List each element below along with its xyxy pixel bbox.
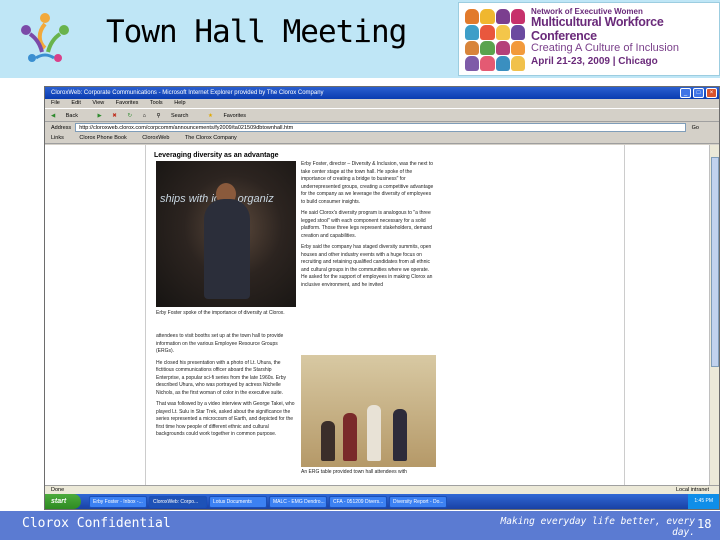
back-button[interactable]: ◀ Back bbox=[51, 113, 87, 119]
status-text: Done bbox=[51, 487, 65, 493]
favorites-label: Favorites bbox=[223, 113, 247, 119]
slide-footer: Clorox Confidential Making everyday life… bbox=[0, 511, 720, 540]
conference-name: Multicultural Workforce Conference bbox=[531, 15, 664, 43]
page-number: 18 bbox=[697, 517, 712, 531]
taskbar-item[interactable]: CFA - 051209 Divers... bbox=[329, 495, 387, 508]
scrollbar-thumb[interactable] bbox=[711, 157, 719, 367]
window-title: CloroxWeb: Corporate Communications - Mi… bbox=[51, 90, 324, 96]
logo-tile bbox=[480, 24, 495, 40]
browser-window: CloroxWeb: Corporate Communications - Mi… bbox=[44, 86, 720, 510]
conference-tagline: Creating A Culture of Inclusion bbox=[531, 41, 679, 54]
attendee-figure bbox=[393, 409, 407, 461]
erg-table-photo bbox=[301, 355, 436, 467]
windows-taskbar: start Erby Foster - Inbox -... CloroxWeb… bbox=[45, 494, 719, 509]
speaker-photo: ships with ional organiz bbox=[156, 161, 296, 307]
article-paragraph: Erby said the company has staged diversi… bbox=[301, 244, 433, 288]
taskbar-item[interactable]: Erby Foster - Inbox -... bbox=[89, 495, 147, 508]
article-paragraph: attendees to visit booths set up at the … bbox=[156, 333, 284, 354]
diversity-logo-icon bbox=[21, 13, 69, 62]
logo-tile bbox=[465, 56, 480, 71]
browser-toolbar: ◀ Back ▶ ✖ ↻ ⌂ ⚲ Search ★ Favorites bbox=[45, 108, 719, 122]
go-button[interactable]: Go bbox=[692, 125, 699, 131]
menu-tools[interactable]: Tools bbox=[150, 100, 163, 106]
logo-tile bbox=[480, 9, 495, 24]
taskbar-item[interactable]: MALC - EMG Dendro... bbox=[269, 495, 327, 508]
links-bar: Links Clorox Phone Book CloroxWeb The Cl… bbox=[45, 133, 719, 144]
maximize-icon[interactable]: □ bbox=[693, 88, 704, 98]
favorites-button[interactable]: ★ Favorites bbox=[208, 113, 255, 119]
back-label: Back bbox=[65, 113, 78, 119]
system-clock: 1:45 PM bbox=[688, 494, 719, 509]
link-cloroxweb[interactable]: CloroxWeb bbox=[142, 135, 169, 141]
star-icon: ★ bbox=[207, 113, 213, 119]
search-label: Search bbox=[171, 113, 189, 119]
article-paragraph: He said Clorox's diversity program is an… bbox=[301, 210, 433, 239]
menu-view[interactable]: View bbox=[92, 100, 104, 106]
search-button[interactable]: ⚲ Search bbox=[156, 113, 197, 119]
address-label: Address bbox=[51, 124, 72, 131]
links-label: Links bbox=[51, 135, 64, 141]
link-phone-book[interactable]: Clorox Phone Book bbox=[79, 135, 126, 141]
slide-header: Town Hall Meeting Network of Executive W… bbox=[0, 0, 720, 78]
menu-bar: File Edit View Favorites Tools Help bbox=[45, 99, 719, 108]
article-paragraph: He closed his presentation with a photo … bbox=[156, 359, 287, 396]
logo-tile bbox=[465, 40, 480, 56]
conference-logo-tiles bbox=[465, 9, 525, 71]
address-bar: Address http://cloroxweb.clorox.com/corp… bbox=[45, 122, 719, 133]
forward-arrow-icon[interactable]: ▶ bbox=[98, 113, 102, 119]
page-viewport: Leveraging diversity as an advantage shi… bbox=[45, 145, 719, 485]
close-icon[interactable]: × bbox=[706, 88, 717, 98]
logo-tile bbox=[510, 40, 525, 56]
logo-tile bbox=[510, 56, 525, 71]
speaker-figure bbox=[204, 199, 250, 299]
article-paragraph: That was followed by a video interview w… bbox=[156, 401, 295, 437]
vertical-scrollbar[interactable] bbox=[709, 145, 719, 485]
attendee-figure bbox=[343, 413, 357, 461]
back-arrow-icon: ◀ bbox=[51, 113, 56, 119]
confidential-label: Clorox Confidential bbox=[22, 516, 171, 531]
tagline: Making everyday life better, every day. bbox=[500, 516, 695, 539]
menu-file[interactable]: File bbox=[51, 100, 60, 106]
article-page: Leveraging diversity as an advantage shi… bbox=[145, 145, 625, 485]
conference-banner: Network of Executive Women Multicultural… bbox=[458, 2, 720, 76]
article-left-column: attendees to visit booths set up at the … bbox=[156, 333, 296, 443]
logo-tile bbox=[510, 9, 525, 24]
link-clorox-company[interactable]: The Clorox Company bbox=[185, 135, 237, 141]
refresh-icon[interactable]: ↻ bbox=[127, 113, 132, 119]
stop-icon[interactable]: ✖ bbox=[112, 113, 117, 119]
start-button[interactable]: start bbox=[45, 494, 81, 509]
logo-tile bbox=[510, 24, 525, 40]
status-bar: Done Local intranet bbox=[45, 485, 719, 494]
address-input[interactable]: http://cloroxweb.clorox.com/corpcomm/ann… bbox=[75, 123, 686, 132]
window-titlebar: CloroxWeb: Corporate Communications - Mi… bbox=[45, 87, 719, 99]
menu-favorites[interactable]: Favorites bbox=[116, 100, 139, 106]
search-icon: ⚲ bbox=[156, 113, 161, 119]
logo-tile bbox=[465, 9, 480, 24]
taskbar-item[interactable]: Diversity Report - Do... bbox=[389, 495, 447, 508]
taskbar-item[interactable]: Lotus Documents bbox=[209, 495, 267, 508]
conference-date: April 21-23, 2009 | Chicago bbox=[531, 56, 658, 68]
article-right-column: Erby Foster, director – Diversity & Incl… bbox=[301, 161, 436, 293]
menu-edit[interactable]: Edit bbox=[71, 100, 80, 106]
article-headline: Leveraging diversity as an advantage bbox=[154, 152, 279, 159]
logo-tile bbox=[495, 56, 510, 71]
minimize-icon[interactable]: _ bbox=[680, 88, 691, 98]
taskbar-item[interactable]: CloroxWeb: Corpo... bbox=[149, 495, 207, 508]
logo-tile bbox=[480, 40, 495, 56]
logo-tile bbox=[495, 9, 510, 24]
photo2-caption: An ERG table provided town hall attendee… bbox=[301, 469, 407, 475]
logo-tile bbox=[465, 24, 480, 40]
photo1-caption: Erby Foster spoke of the importance of d… bbox=[156, 310, 285, 316]
attendee-figure bbox=[321, 421, 335, 461]
attendee-figure bbox=[367, 405, 381, 461]
slide-title: Town Hall Meeting bbox=[106, 14, 407, 50]
logo-tile bbox=[495, 24, 510, 40]
home-icon[interactable]: ⌂ bbox=[143, 113, 146, 119]
menu-help[interactable]: Help bbox=[174, 100, 185, 106]
logo-tile bbox=[495, 40, 510, 56]
article-paragraph: Erby Foster, director – Diversity & Incl… bbox=[301, 161, 434, 205]
conference-text: Network of Executive Women Multicultural… bbox=[531, 7, 717, 68]
logo-tile bbox=[480, 56, 495, 71]
